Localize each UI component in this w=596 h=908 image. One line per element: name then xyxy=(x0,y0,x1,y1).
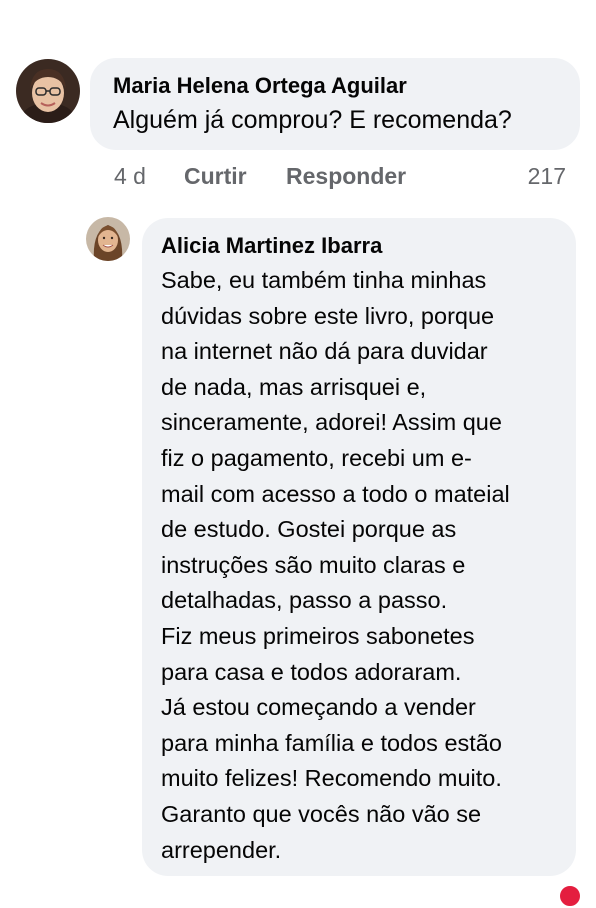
comment-text: Sabe, eu também tinha minhas dúvidas sob… xyxy=(161,267,510,863)
smiling-woman-avatar-icon xyxy=(86,217,130,261)
comment-author[interactable]: Alicia Martinez Ibarra xyxy=(161,232,564,260)
comment-bubble-maria: Maria Helena Ortega Aguilar Alguém já co… xyxy=(90,58,580,150)
comment-text: Alguém já comprou? E recomenda? xyxy=(113,106,512,134)
like-button[interactable]: Curtir xyxy=(184,163,247,190)
avatar-maria[interactable] xyxy=(16,59,80,123)
woman-with-glasses-avatar-icon xyxy=(16,59,80,123)
comment-age[interactable]: 4 d xyxy=(114,163,146,190)
reply-button[interactable]: Responder xyxy=(286,163,406,190)
comment-meta-bar: 4 d Curtir Responder 217 xyxy=(114,161,580,191)
reaction-count[interactable]: 217 xyxy=(528,163,566,190)
comment-author[interactable]: Maria Helena Ortega Aguilar xyxy=(113,72,558,100)
comment-bubble-alicia: Alicia Martinez Ibarra Sabe, eu também t… xyxy=(142,218,576,876)
heart-reaction-icon[interactable] xyxy=(558,884,582,908)
avatar-alicia[interactable] xyxy=(86,217,130,261)
